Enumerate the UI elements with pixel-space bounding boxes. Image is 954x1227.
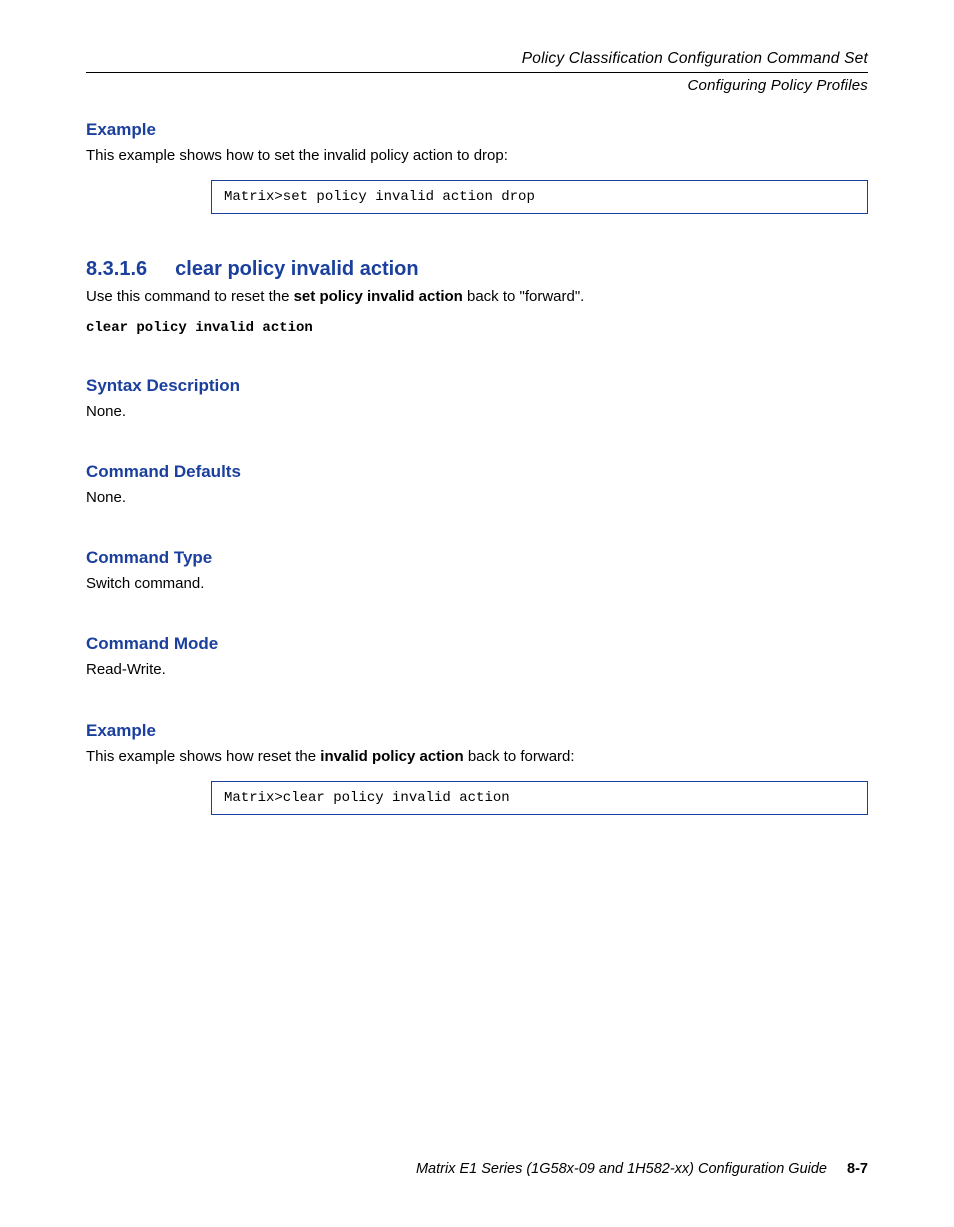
header-subtitle: Configuring Policy Profiles — [86, 77, 868, 94]
command-mode-text: Read-Write. — [86, 660, 868, 680]
footer-page: 8-7 — [847, 1161, 868, 1177]
page-footer: Matrix E1 Series (1G58x-09 and 1H582-xx)… — [416, 1161, 868, 1177]
ex2-prefix: This example shows how reset the — [86, 748, 320, 765]
header-title: Policy Classification Configuration Comm… — [86, 50, 868, 68]
syntax-description-text: None. — [86, 402, 868, 422]
command-type-text: Switch command. — [86, 574, 868, 594]
header-rule — [86, 72, 868, 73]
command-heading: 8.3.1.6 clear policy invalid action — [86, 258, 868, 281]
command-syntax: clear policy invalid action — [86, 320, 868, 336]
command-title: clear policy invalid action — [175, 258, 418, 281]
command-number: 8.3.1.6 — [86, 258, 147, 281]
command-type-heading: Command Type — [86, 548, 868, 568]
ex2-suffix: back to forward: — [464, 748, 575, 765]
code-box-2: Matrix>clear policy invalid action — [211, 781, 868, 815]
example-heading-1: Example — [86, 120, 868, 140]
code-box-1: Matrix>set policy invalid action drop — [211, 180, 868, 214]
command-defaults-heading: Command Defaults — [86, 462, 868, 482]
example-intro-1: This example shows how to set the invali… — [86, 146, 868, 166]
command-mode-heading: Command Mode — [86, 634, 868, 654]
command-defaults-text: None. — [86, 488, 868, 508]
desc-prefix: Use this command to reset the — [86, 288, 294, 305]
syntax-description-heading: Syntax Description — [86, 376, 868, 396]
desc-suffix: back to "forward". — [463, 288, 585, 305]
footer-text: Matrix E1 Series (1G58x-09 and 1H582-xx)… — [416, 1161, 827, 1177]
example-intro-2: This example shows how reset the invalid… — [86, 747, 868, 767]
ex2-bold: invalid policy action — [320, 748, 463, 765]
example-heading-2: Example — [86, 721, 868, 741]
command-description: Use this command to reset the set policy… — [86, 287, 868, 307]
desc-bold: set policy invalid action — [294, 288, 463, 305]
